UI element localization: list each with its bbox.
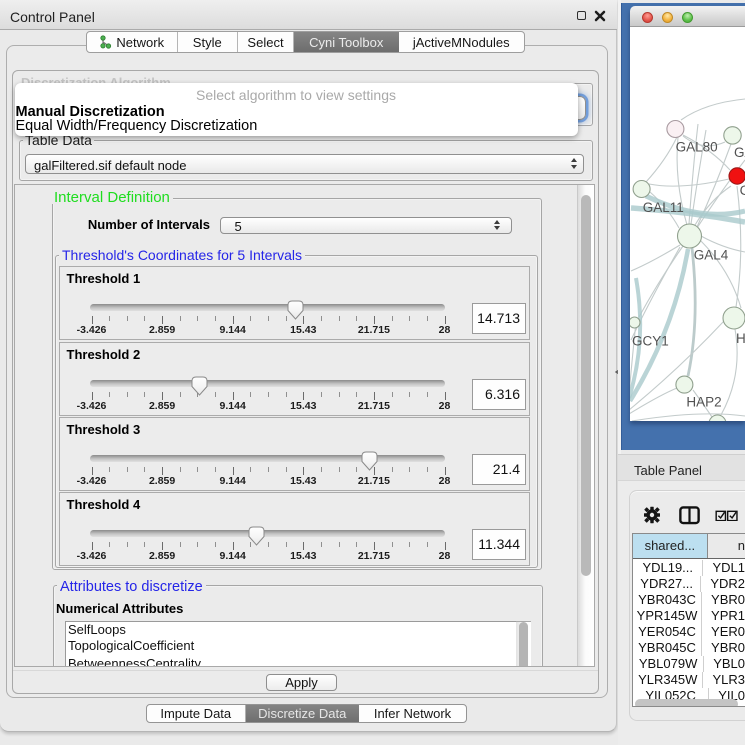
svg-text:GAL11: GAL11 (643, 200, 684, 215)
svg-text:GCY1: GCY1 (632, 334, 669, 349)
svg-text:C: C (740, 183, 745, 198)
svg-text:GAL4: GAL4 (694, 248, 729, 263)
svg-text:HAP2: HAP2 (686, 395, 721, 410)
svg-text:GA: GA (734, 145, 745, 160)
svg-text:H: H (736, 331, 745, 346)
svg-text:GAL80: GAL80 (676, 140, 718, 155)
